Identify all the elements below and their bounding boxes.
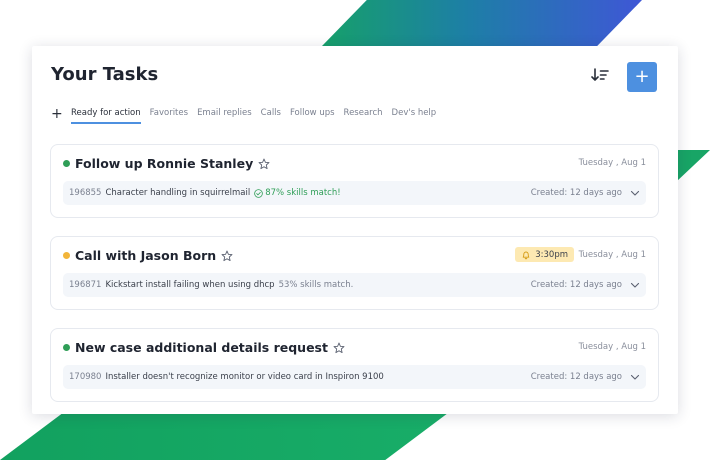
task-date: Tuesday , Aug 1 — [578, 342, 646, 352]
case-id: 196871 — [69, 280, 102, 290]
skills-match-text: 53% skills match. — [278, 280, 354, 290]
tab-follow-ups[interactable]: Follow ups — [290, 108, 335, 124]
status-dot — [63, 160, 70, 167]
chevron-down-icon[interactable] — [630, 373, 640, 381]
decorative-stripe-top — [322, 0, 642, 46]
page-title: Your Tasks — [51, 64, 159, 85]
add-tab-button[interactable]: + — [51, 106, 63, 122]
created-time: Created: 12 days ago — [530, 188, 622, 198]
task-title: Call with Jason Born — [75, 248, 217, 263]
tab-devs-help[interactable]: Dev's help — [392, 108, 437, 124]
tab-email-replies[interactable]: Email replies — [197, 108, 252, 124]
task-date: Tuesday , Aug 1 — [578, 158, 646, 168]
task-title: New case additional details request — [75, 340, 328, 355]
task-detail-row: 196871 Kickstart install failing when us… — [63, 273, 646, 297]
add-task-button[interactable]: + — [627, 62, 657, 92]
bell-icon — [522, 251, 530, 259]
tasks-panel: Your Tasks + + Ready for action Favorite… — [32, 46, 678, 414]
case-id: 170980 — [69, 372, 102, 382]
created-time: Created: 12 days ago — [530, 280, 622, 290]
task-detail-row: 170980 Installer doesn't recognize monit… — [63, 365, 646, 389]
task-card[interactable]: New case additional details request Tues… — [50, 328, 659, 402]
skills-match: 87% skills match! — [254, 188, 341, 198]
sort-descending-icon[interactable] — [591, 67, 609, 83]
star-icon[interactable] — [258, 158, 270, 170]
reminder-time: 3:30pm — [535, 249, 568, 260]
task-card[interactable]: Call with Jason Born 3:30pm Tuesday , Au… — [50, 236, 659, 310]
skills-match: 53% skills match. — [279, 280, 354, 290]
chevron-down-icon[interactable] — [630, 281, 640, 289]
tab-research[interactable]: Research — [344, 108, 383, 124]
task-detail-row: 196855 Character handling in squirrelmai… — [63, 181, 646, 205]
chevron-down-icon[interactable] — [630, 189, 640, 197]
star-icon[interactable] — [221, 250, 233, 262]
star-icon[interactable] — [333, 342, 345, 354]
task-card[interactable]: Follow up Ronnie Stanley Tuesday , Aug 1… — [50, 144, 659, 218]
tab-calls[interactable]: Calls — [261, 108, 281, 124]
created-time: Created: 12 days ago — [530, 372, 622, 382]
tab-bar: Ready for action Favorites Email replies… — [71, 108, 436, 124]
status-dot — [63, 252, 70, 259]
decorative-triangle-right — [676, 150, 710, 182]
reminder-badge: 3:30pm — [515, 247, 574, 262]
case-description: Kickstart install failing when using dhc… — [105, 280, 275, 290]
skills-match-text: 87% skills match! — [265, 188, 341, 198]
tab-ready-for-action[interactable]: Ready for action — [71, 108, 141, 124]
case-description: Character handling in squirrelmail — [105, 188, 251, 198]
check-circle-icon — [254, 188, 263, 198]
task-title: Follow up Ronnie Stanley — [75, 156, 254, 171]
task-date: Tuesday , Aug 1 — [578, 250, 646, 260]
case-description: Installer doesn't recognize monitor or v… — [105, 372, 384, 382]
decorative-stripe-bottom — [0, 413, 448, 460]
status-dot — [63, 344, 70, 351]
tab-favorites[interactable]: Favorites — [150, 108, 188, 124]
case-id: 196855 — [69, 188, 102, 198]
